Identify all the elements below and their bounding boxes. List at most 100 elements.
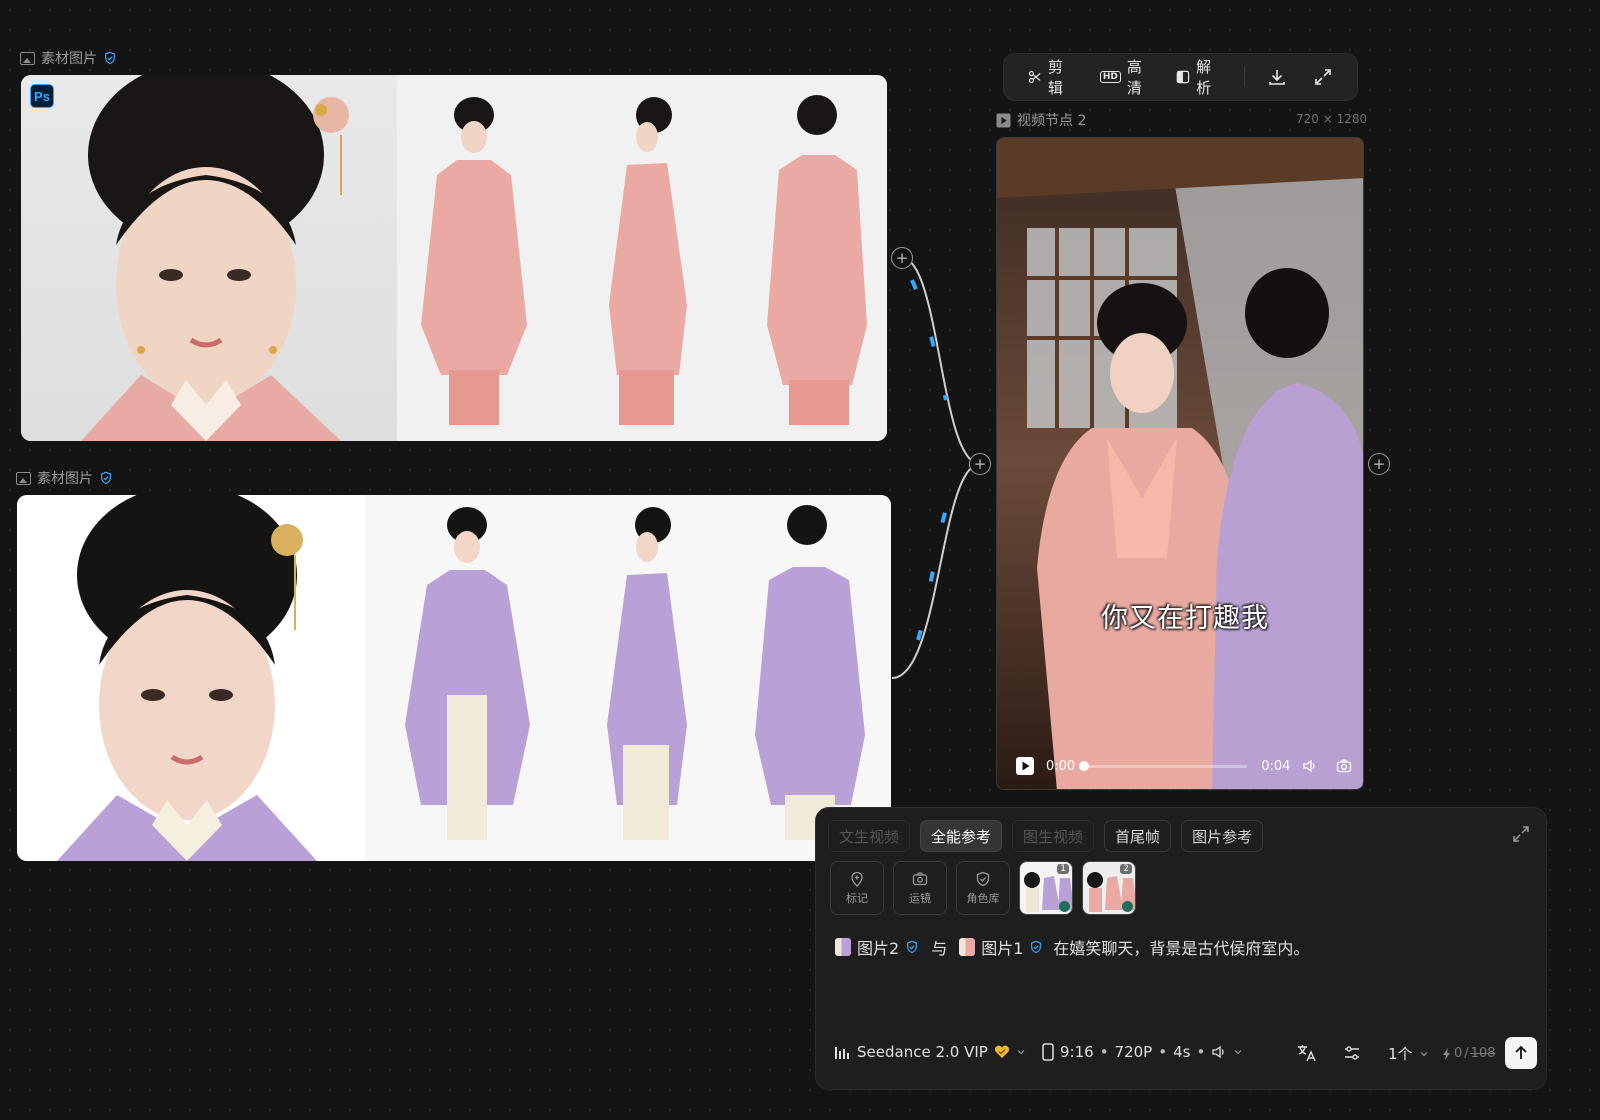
send-button[interactable] <box>1505 1037 1537 1069</box>
hd-icon: HD <box>1099 71 1121 83</box>
count-selector[interactable]: 1个 <box>1388 1043 1429 1064</box>
portrait-panel-2 <box>17 495 365 861</box>
aspect-ratio: 9:16 <box>1060 1043 1094 1061</box>
video-controls: 0:00 0:04 <box>1016 757 1363 775</box>
time-total: 0:04 <box>1261 758 1291 774</box>
chevron-down-icon <box>1420 1051 1428 1056</box>
scissors-icon <box>1028 70 1041 84</box>
hd-label: 高清 <box>1126 58 1142 97</box>
pin-plus-icon <box>851 871 863 887</box>
tab-first-last-frame[interactable]: 首尾帧 <box>1104 820 1172 852</box>
analyze-button[interactable]: 解析 <box>1166 50 1232 104</box>
character-library-label: 角色库 <box>966 891 1000 905</box>
portrait-panel-1 <box>21 75 397 441</box>
tab-image-reference[interactable]: 图片参考 <box>1181 820 1264 852</box>
download-button[interactable] <box>1257 61 1297 93</box>
play-icon[interactable] <box>1016 757 1034 775</box>
ref-chip-thumb-a <box>835 938 851 956</box>
verified-dot <box>1059 901 1070 912</box>
portrait-ratio-icon <box>1042 1043 1054 1061</box>
expand-icon <box>1315 69 1331 85</box>
connection-line-2 <box>891 463 981 679</box>
connection-flow-2 <box>916 509 948 641</box>
verified-dot <box>1122 901 1133 912</box>
separator-dot: • <box>1158 1043 1168 1061</box>
full-body-illustration-1 <box>421 95 867 425</box>
cut-button[interactable]: 剪辑 <box>1018 50 1084 104</box>
image-node-1-label: 素材图片 <box>20 48 117 68</box>
video-node-title: 视频节点 2 <box>1017 113 1087 129</box>
video-player[interactable]: 你又在打趣我 0:00 0:04 <box>996 137 1364 790</box>
reference-thumb-1-number: 1 <box>1057 864 1069 874</box>
ref-chip-b[interactable]: 图片1 <box>981 935 1023 959</box>
tab-image-to-video[interactable]: 图生视频 <box>1012 820 1095 852</box>
reference-thumb-2-number: 2 <box>1120 864 1132 874</box>
tab-text-to-video[interactable]: 文生视频 <box>828 820 911 852</box>
credits-used: 0 <box>1454 1046 1463 1061</box>
output-port-image-1[interactable]: + <box>891 247 913 269</box>
mark-label: 标记 <box>846 891 868 905</box>
video-node-label: 视频节点 2 <box>996 110 1086 130</box>
model-selector[interactable]: Seedance 2.0 VIP <box>835 1043 1026 1061</box>
credits-indicator: 0 / 108 <box>1442 1046 1496 1061</box>
arrow-up-icon <box>1515 1045 1527 1059</box>
volume-icon[interactable] <box>1302 758 1318 774</box>
video-icon <box>996 113 1011 127</box>
photoshop-badge[interactable]: Ps <box>30 84 54 108</box>
video-quality: 720P <box>1114 1043 1153 1061</box>
shield-check-icon <box>976 871 990 886</box>
hd-button[interactable]: HD 高清 <box>1090 50 1160 104</box>
full-body-illustration-2 <box>405 505 865 840</box>
full-body-views-2 <box>365 495 891 861</box>
image-node-1-card[interactable]: Ps <box>21 75 887 441</box>
prompt-text-area[interactable]: 图片2 与 图片1 在嬉笑聊天，背景是古代侯府室内。 <box>835 935 1309 959</box>
full-body-views-1 <box>397 75 887 441</box>
prompt-body: 在嬉笑聊天，背景是古代侯府室内。 <box>1053 939 1310 958</box>
progress-track[interactable] <box>1079 761 1248 771</box>
reference-thumb-1[interactable]: 1 <box>1019 861 1073 915</box>
portrait-illustration-2 <box>57 495 317 861</box>
chevron-down-icon <box>1234 1050 1242 1055</box>
output-settings-selector[interactable]: 9:16 • 720P • 4s • <box>1042 1043 1243 1061</box>
input-port-video[interactable]: + <box>969 453 991 475</box>
mark-button[interactable]: 标记 <box>830 861 884 915</box>
separator-dot: • <box>1196 1043 1206 1061</box>
tab-omni-reference[interactable]: 全能参考 <box>920 820 1003 852</box>
video-frame-illustration <box>997 138 1363 789</box>
video-resolution: 720 × 1280 <box>1296 112 1368 126</box>
separator-dot: • <box>1099 1043 1109 1061</box>
analyze-label: 解析 <box>1196 58 1212 97</box>
ref-chip-a[interactable]: 图片2 <box>857 935 899 959</box>
ref-chip-thumb-b <box>959 938 976 956</box>
image-node-2-title: 素材图片 <box>37 471 93 487</box>
time-current: 0:00 <box>1046 758 1076 774</box>
prompt-panel: 文生视频 全能参考 图生视频 首尾帧 图片参考 标记 运镜 角色库 1 2 图片… <box>815 807 1547 1090</box>
verified-icon <box>101 471 111 485</box>
camera-move-button[interactable]: 运镜 <box>893 861 947 915</box>
cut-label: 剪辑 <box>1047 58 1063 97</box>
screenshot-camera-icon[interactable] <box>1336 758 1352 774</box>
settings-sliders-icon[interactable] <box>1343 1044 1361 1062</box>
character-library-button[interactable]: 角色库 <box>956 861 1010 915</box>
credits-total: 108 <box>1470 1046 1496 1061</box>
fullscreen-button[interactable] <box>1303 61 1343 93</box>
reference-thumb-2[interactable]: 2 <box>1082 861 1136 915</box>
image-node-1-title: 素材图片 <box>41 51 97 67</box>
split-view-icon <box>1176 70 1190 84</box>
verified-icon <box>1031 940 1042 954</box>
model-name: Seedance 2.0 VIP <box>857 1043 988 1061</box>
image-node-2-card[interactable] <box>17 495 891 861</box>
download-icon <box>1269 70 1285 85</box>
progress-handle[interactable] <box>1079 761 1090 771</box>
verified-icon <box>907 940 918 954</box>
panel-expand-icon[interactable] <box>1512 825 1530 843</box>
chevron-down-icon <box>1017 1050 1025 1055</box>
translate-icon[interactable] <box>1297 1044 1317 1062</box>
connection-flow-1 <box>910 279 948 401</box>
verified-icon <box>105 51 115 65</box>
vip-heart-icon <box>994 1045 1009 1058</box>
toolbar-divider <box>1244 67 1245 87</box>
prompt-connector: 与 <box>931 939 948 958</box>
mode-tabs: 文生视频 全能参考 图生视频 首尾帧 图片参考 <box>828 820 1264 852</box>
output-port-video[interactable]: + <box>1368 453 1390 475</box>
